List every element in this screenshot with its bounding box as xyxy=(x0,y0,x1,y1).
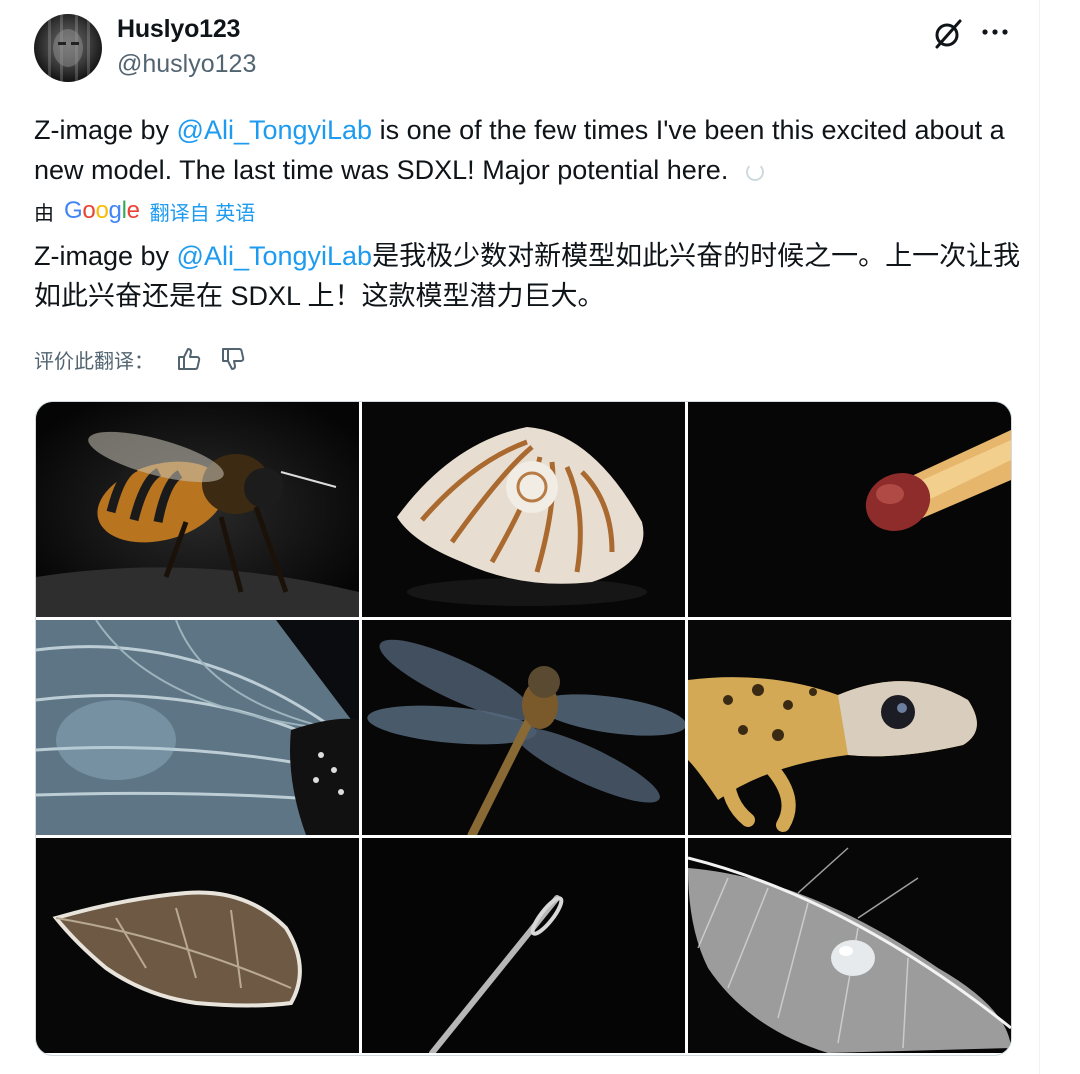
rate-translation: 评价此翻译： xyxy=(34,343,246,375)
translation-attribution: 由 Google 翻译自 英语 xyxy=(34,196,255,226)
tweet-text-lead: Z-image by xyxy=(34,115,177,145)
translated-text: Z-image by @Ali_TongyiLab是我极少数对新模型如此兴奋的时… xyxy=(34,236,1024,316)
image-seashell[interactable] xyxy=(362,402,685,617)
translated-text-lead: Z-image by xyxy=(34,241,177,271)
grok-icon[interactable] xyxy=(931,17,965,51)
media-grid xyxy=(35,401,1012,1056)
image-needle[interactable] xyxy=(362,838,685,1053)
thumbs-down-icon[interactable] xyxy=(220,346,246,372)
image-bee[interactable] xyxy=(36,402,359,617)
avatar[interactable] xyxy=(34,14,102,82)
more-icon[interactable] xyxy=(980,17,1010,47)
translated-from-link[interactable]: 翻译自 英语 xyxy=(150,197,256,226)
author-display-name[interactable]: Huslyo123 xyxy=(117,15,240,44)
tweet-text: Z-image by @Ali_TongyiLab is one of the … xyxy=(34,110,1014,190)
rate-translation-label: 评价此翻译： xyxy=(34,350,154,373)
translated-mention-link[interactable]: @Ali_TongyiLab xyxy=(177,241,373,271)
author-handle[interactable]: @huslyo123 xyxy=(117,50,256,79)
image-feather[interactable] xyxy=(688,838,1011,1053)
google-logo: Google xyxy=(64,197,140,224)
image-frosted-leaf[interactable] xyxy=(36,838,359,1053)
translated-by-label: 由 xyxy=(34,202,54,225)
spinner-icon xyxy=(746,162,765,181)
thumbs-up-icon[interactable] xyxy=(176,346,202,372)
image-gecko[interactable] xyxy=(688,620,1011,835)
column-divider xyxy=(1039,0,1040,1074)
image-butterfly-wing[interactable] xyxy=(36,620,359,835)
mention-link[interactable]: @Ali_TongyiLab xyxy=(177,115,373,145)
image-matchstick[interactable] xyxy=(688,402,1011,617)
image-dragonfly[interactable] xyxy=(362,620,685,835)
